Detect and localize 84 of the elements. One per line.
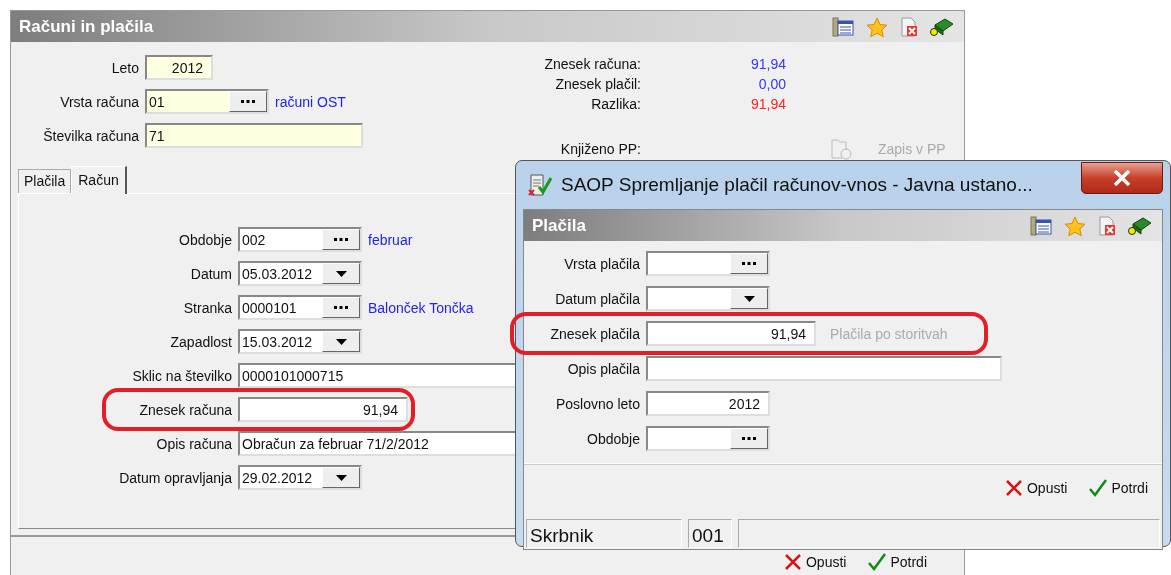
dropdown-button[interactable]: [322, 263, 360, 284]
dialog-title: SAOP Spremljanje plačil računov-vnos - Javna ustano...: [561, 174, 1034, 196]
document-check-icon: [527, 172, 553, 198]
field-label: Znesek plačila: [549, 325, 640, 342]
checkmark-icon: [1089, 479, 1108, 497]
confirm-button[interactable]: Potrdi: [866, 551, 929, 573]
browse-button[interactable]: [322, 297, 360, 318]
date-field[interactable]: 29.02.2012: [238, 465, 362, 490]
text-field[interactable]: [646, 356, 1002, 381]
summary-label: Znesek plačil:: [554, 76, 641, 92]
browse-button[interactable]: [322, 229, 360, 250]
date-field[interactable]: [646, 286, 770, 311]
caret-icon: [335, 270, 347, 277]
window-list-icon[interactable]: [1030, 215, 1052, 236]
lookup-field[interactable]: 002: [238, 227, 362, 252]
status-cell: 001: [688, 519, 732, 548]
caret-icon: [743, 295, 755, 302]
summary-value: 91,94: [749, 96, 786, 112]
field-label: Leto: [110, 59, 139, 76]
tab[interactable]: Plačila: [18, 169, 72, 193]
amount-field[interactable]: 91,94: [238, 397, 408, 422]
lookup-name: računi OST: [275, 93, 346, 110]
close-icon: [1113, 170, 1131, 186]
field-label: Poslovno leto: [554, 395, 640, 412]
cancel-button[interactable]: Opusti: [781, 551, 849, 573]
tab[interactable]: Račun: [71, 166, 127, 194]
field-label: Opis računa: [155, 435, 232, 452]
close-icon: [783, 553, 802, 571]
window-title: Računi in plačila: [19, 16, 154, 37]
ellipsis-icon: [241, 99, 255, 104]
field-label: Obdobje: [178, 231, 232, 248]
summary-value: 0,00: [757, 76, 786, 92]
window-list-icon[interactable]: [832, 16, 854, 37]
ellipsis-icon: [742, 436, 756, 441]
star-icon[interactable]: [866, 16, 888, 37]
text-field[interactable]: 71: [145, 123, 363, 148]
ellipsis-icon: [742, 261, 756, 266]
delete-document-icon[interactable]: [900, 16, 918, 37]
help-book-icon[interactable]: [1128, 215, 1152, 236]
field-label: Znesek računa: [138, 401, 232, 418]
lookup-field[interactable]: [646, 251, 770, 276]
browse-button[interactable]: [730, 253, 768, 274]
lookup-name: Balonček Tončka: [368, 299, 474, 316]
number-field[interactable]: 2012: [646, 391, 770, 416]
field-label: Stranka: [182, 299, 232, 316]
field-label: Vrsta računa: [59, 93, 139, 110]
summary-label: Razlika:: [590, 96, 641, 112]
browse-button[interactable]: [229, 91, 267, 112]
checkmark-icon: [868, 553, 887, 571]
close-button[interactable]: [1081, 162, 1163, 194]
help-book-icon[interactable]: [930, 16, 954, 37]
field-label: Zapadlost: [169, 333, 232, 350]
dialog-heading: Plačila: [532, 215, 586, 236]
caret-icon: [335, 474, 347, 481]
posted-label: Knjiženo PP:: [559, 141, 641, 157]
ellipsis-icon: [334, 305, 348, 310]
dropdown-button[interactable]: [322, 331, 360, 352]
field-label: Številka računa: [42, 127, 139, 144]
lookup-field[interactable]: 01: [145, 89, 269, 114]
date-field[interactable]: 05.03.2012: [238, 261, 362, 286]
year-field[interactable]: 2012: [145, 55, 213, 80]
date-field[interactable]: 15.03.2012: [238, 329, 362, 354]
field-label: Sklic na številko: [131, 367, 232, 384]
field-label: Datum plačila: [554, 290, 640, 307]
browse-button[interactable]: [730, 428, 768, 449]
lookup-field[interactable]: [646, 426, 770, 451]
cancel-button[interactable]: Opusti: [1002, 477, 1070, 499]
field-label: Vrsta plačila: [563, 255, 640, 272]
amount-field[interactable]: 91,94: [646, 321, 816, 346]
dropdown-button[interactable]: [322, 467, 360, 488]
field-label: Datum opravljanja: [118, 469, 232, 486]
status-cell: Skrbnik: [526, 519, 682, 548]
field-label: Datum: [189, 265, 232, 282]
lookup-name: februar: [368, 231, 413, 248]
summary-value: 91,94: [749, 56, 786, 72]
delete-document-icon[interactable]: [1098, 215, 1116, 236]
close-icon: [1004, 479, 1023, 497]
dropdown-button[interactable]: [730, 288, 768, 309]
confirm-button[interactable]: Potrdi: [1087, 477, 1150, 499]
star-icon[interactable]: [1064, 215, 1086, 236]
ellipsis-icon: [334, 237, 348, 242]
lookup-field[interactable]: 0000101: [238, 295, 362, 320]
summary-label: Znesek računa:: [543, 56, 641, 72]
caret-icon: [335, 338, 347, 345]
